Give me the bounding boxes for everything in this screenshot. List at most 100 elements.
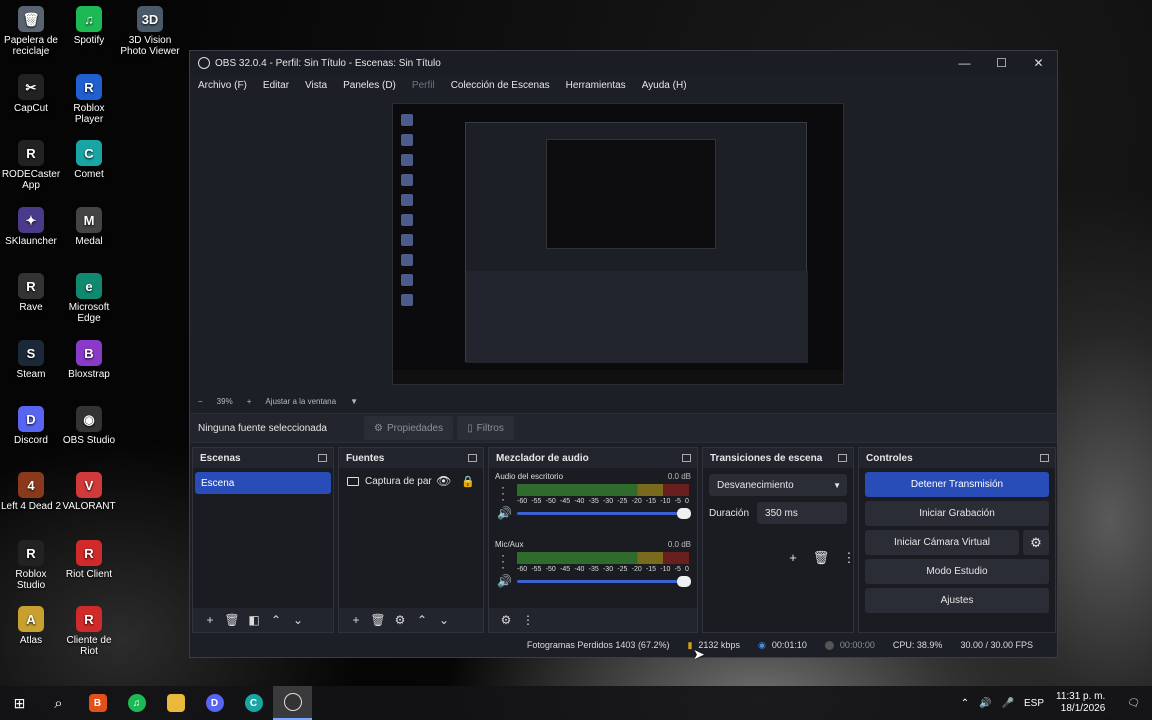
start-virtual-camera-button[interactable]: Iniciar Cámara Virtual [865,530,1019,555]
advanced-audio-icon[interactable]: ⚙ [495,613,517,627]
down-icon[interactable]: ⌄ [287,613,309,627]
taskbar-brave[interactable]: B [78,686,117,720]
desktop-icon-label: Bloxstrap [68,369,110,380]
desktop-icon-cliente-riot[interactable]: R Cliente de Riot [58,606,120,657]
scenes-list: Escena [193,468,333,608]
filters-button[interactable]: ▯ Filtros [457,416,514,440]
menu-ayuda[interactable]: Ayuda (H) [642,80,687,91]
undock-icon[interactable] [682,454,691,462]
microphone-icon[interactable]: 🎤 [1002,698,1014,709]
preview-canvas[interactable] [392,103,844,385]
desktop-icon-sklauncher[interactable]: ✦ SKlauncher [0,207,62,247]
desktop-icon-valorant[interactable]: V VALORANT [58,472,120,512]
up-icon[interactable]: ⌃ [411,613,433,627]
desktop-icon-recycle-bin[interactable]: 🗑 Papelera de reciclaje [0,6,62,57]
trash-icon[interactable]: 🗑 [367,613,389,627]
menu-archivo[interactable]: Archivo (F) [198,80,247,91]
taskbar-spotify[interactable]: ♫ [117,686,156,720]
add-icon[interactable]: + [199,613,221,627]
start-button[interactable]: ⊞ [0,686,39,720]
desktop-icon-roblox-studio[interactable]: R Roblox Studio [0,540,62,591]
desktop-icon-riot-client[interactable]: R Riot Client [58,540,120,580]
trash-icon[interactable]: 🗑 [807,550,835,566]
transition-select[interactable]: Desvanecimiento ▼ [709,474,847,496]
menu-perfil[interactable]: Perfil [412,80,435,91]
minimize-button[interactable]: — [946,51,983,75]
eye-icon[interactable]: 👁 [436,474,451,488]
taskbar-discord[interactable]: D [195,686,234,720]
volume-slider-handle[interactable] [677,576,691,587]
maximize-button[interactable]: ☐ [983,51,1020,75]
more-icon[interactable]: · · · [501,549,505,573]
desktop-icon-rodecaster[interactable]: R RODECaster App [0,140,62,191]
more-icon[interactable]: · · · [501,481,505,505]
undock-icon[interactable] [1040,454,1049,462]
desktop-icon-spotify[interactable]: ♫ Spotify [58,6,120,46]
desktop-icon-bloxstrap[interactable]: B Bloxstrap [58,340,120,380]
zoom-dropdown-icon[interactable]: ▼ [350,397,358,406]
fit-window-button[interactable]: Ajustar a la ventana [265,397,336,406]
properties-button[interactable]: ⚙ Propiedades [364,416,454,440]
undock-icon[interactable] [468,454,477,462]
start-record-button[interactable]: Iniciar Grabación [865,501,1049,526]
menu-vista[interactable]: Vista [305,80,327,91]
undock-icon[interactable] [838,454,847,462]
zoom-in-button[interactable]: + [247,397,252,406]
speaker-icon[interactable]: 🔊 [497,574,512,588]
desktop-icon-capcut[interactable]: ✂ CapCut [0,74,62,114]
desktop-icon-comet[interactable]: C Comet [58,140,120,180]
gear-icon[interactable]: ⚙ [389,613,411,627]
more-icon[interactable]: ⋮ [517,613,539,627]
speaker-icon[interactable]: 🔊 [497,506,512,520]
source-item[interactable]: Captura de par 👁 🔒 [339,468,483,494]
language-indicator[interactable]: ESP [1024,698,1044,709]
lock-icon[interactable]: 🔒 [461,475,475,488]
add-icon[interactable]: + [345,613,367,627]
volume-slider[interactable] [517,576,691,587]
title-bar[interactable]: OBS 32.0.4 - Perfil: Sin Título - Escena… [190,51,1057,75]
gear-icon[interactable]: ⚙ [1023,530,1049,555]
menu-herramientas[interactable]: Herramientas [566,80,626,91]
taskbar-explorer[interactable] [156,686,195,720]
clock[interactable]: 11:31 p. m. 18/1/2026 [1056,691,1105,715]
desktop-icon-left4dead2[interactable]: 4 Left 4 Dead 2 [0,472,62,512]
desktop-icon-atlas[interactable]: A Atlas [0,606,62,646]
volume-slider-handle[interactable] [677,508,691,519]
notification-icon[interactable]: 🗨 [1127,698,1140,709]
search-button[interactable]: ⌕ [39,686,78,720]
roblox-player-icon: R [76,74,102,100]
desktop-icon-label: Roblox Player [73,103,105,125]
desktop-icon-3d-vision[interactable]: 3D 3D Vision Photo Viewer [118,6,182,57]
settings-button[interactable]: Ajustes [865,588,1049,613]
studio-mode-button[interactable]: Modo Estudio [865,559,1049,584]
recycle-bin-icon: 🗑 [18,6,44,32]
volume-slider[interactable] [517,508,691,519]
desktop-icon-steam[interactable]: S Steam [0,340,62,380]
undock-icon[interactable] [318,454,327,462]
menu-paneles[interactable]: Paneles (D) [343,80,396,91]
desktop-icon-edge[interactable]: e Microsoft Edge [58,273,120,324]
desktop-icon-obs-studio[interactable]: ◉ OBS Studio [58,406,120,446]
trash-icon[interactable]: 🗑 [221,613,243,627]
down-icon[interactable]: ⌄ [433,613,455,627]
taskbar-comet[interactable]: C [234,686,273,720]
windows-icon: ⊞ [13,694,26,711]
up-icon[interactable]: ⌃ [265,613,287,627]
scene-item[interactable]: Escena [195,472,331,494]
add-icon[interactable]: + [779,550,807,566]
comet-icon: C [244,694,263,712]
menu-editar[interactable]: Editar [263,80,289,91]
volume-icon[interactable]: 🔊 [979,698,991,709]
zoom-out-button[interactable]: − [198,397,203,406]
filter-icon[interactable]: ◧ [243,613,265,627]
menu-coleccion[interactable]: Colección de Escenas [451,80,550,91]
taskbar-obs[interactable] [273,686,312,720]
desktop-icon-medal[interactable]: M Medal [58,207,120,247]
desktop-icon-rave[interactable]: R Rave [0,273,62,313]
stop-stream-button[interactable]: Detener Transmisión [865,472,1049,497]
desktop-icon-roblox-player[interactable]: R Roblox Player [58,74,120,125]
duration-spinbox[interactable]: 350 ms [757,502,847,524]
desktop-icon-discord[interactable]: D Discord [0,406,62,446]
close-button[interactable]: ✕ [1020,51,1057,75]
chevron-up-icon[interactable]: ⌃ [961,698,969,709]
